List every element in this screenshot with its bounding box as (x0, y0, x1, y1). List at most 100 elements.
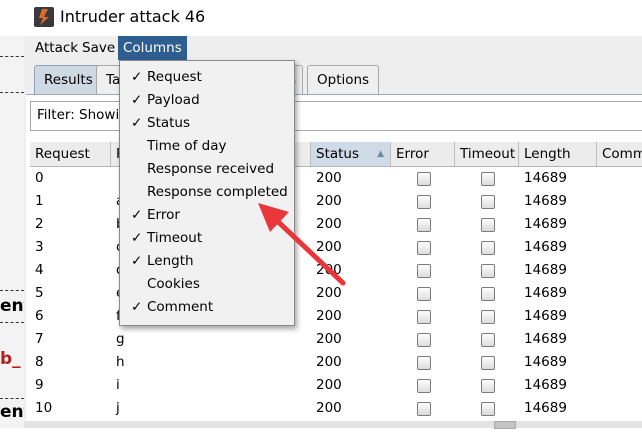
cell-status: 200 (316, 262, 342, 278)
cell-length: 14689 (524, 193, 567, 209)
menu-columns[interactable]: Columns (118, 36, 187, 60)
columns-menu-item-label: Request (147, 69, 202, 85)
error-checkbox (417, 333, 431, 347)
columns-menu-item[interactable]: ✓ Length (120, 250, 294, 273)
columns-menu-item-label: Cookies (147, 276, 200, 292)
tab-results[interactable]: Results (34, 65, 103, 94)
timeout-checkbox (481, 333, 495, 347)
timeout-checkbox (481, 195, 495, 209)
columns-menu-item-label: Payload (147, 92, 200, 108)
error-checkbox (417, 402, 431, 416)
columns-menu-item-label: Response received (147, 161, 275, 177)
dashed-divider (0, 290, 24, 291)
cell-status: 200 (316, 377, 342, 393)
cell-request: 0 (35, 170, 44, 186)
checkmark-icon: ✓ (131, 230, 143, 246)
table-row[interactable]: 10 j 200 14689 (30, 397, 642, 420)
columns-menu-item[interactable]: ✓ Payload (120, 89, 294, 112)
cell-request: 7 (35, 331, 44, 347)
column-header-error[interactable]: Error (391, 142, 455, 166)
cell-payload: g (116, 331, 125, 347)
timeout-checkbox (481, 287, 495, 301)
timeout-checkbox (481, 402, 495, 416)
columns-menu-item-label: Response completed (147, 184, 288, 200)
checkmark-icon: ✓ (131, 69, 143, 85)
columns-menu-item[interactable]: Time of day (120, 135, 294, 158)
cell-status: 200 (316, 308, 342, 324)
timeout-checkbox (481, 379, 495, 393)
error-checkbox (417, 356, 431, 370)
horizontal-scrollbar[interactable] (24, 421, 642, 429)
column-header-timeout[interactable]: Timeout (455, 142, 519, 166)
cell-request: 1 (35, 193, 44, 209)
menu-attack[interactable]: Attack (30, 36, 83, 60)
error-checkbox (417, 310, 431, 324)
cell-status: 200 (316, 239, 342, 255)
checkmark-icon: ✓ (131, 115, 143, 131)
table-row[interactable]: 7 g 200 14689 (30, 328, 642, 351)
cell-status: 200 (316, 170, 342, 186)
cell-status: 200 (316, 331, 342, 347)
columns-menu-item[interactable]: ✓ Error (120, 204, 294, 227)
timeout-checkbox (481, 218, 495, 232)
cell-length: 14689 (524, 308, 567, 324)
columns-menu-item[interactable]: ✓ Timeout (120, 227, 294, 250)
cell-status: 200 (316, 285, 342, 301)
timeout-checkbox (481, 310, 495, 324)
column-header-comment[interactable]: Comm (597, 142, 642, 166)
cell-request: 9 (35, 377, 44, 393)
menu-save[interactable]: Save (77, 36, 120, 60)
columns-menu-item-label: Length (147, 253, 194, 269)
error-checkbox (417, 195, 431, 209)
columns-menu-item[interactable]: Cookies (120, 273, 294, 296)
columns-menu-item-label: Error (147, 207, 180, 223)
column-header-request[interactable]: Request (30, 142, 111, 166)
error-checkbox (417, 218, 431, 232)
cell-length: 14689 (524, 400, 567, 416)
background-window-edge: ent b_ ent (0, 0, 32, 428)
error-checkbox (417, 172, 431, 186)
checkmark-icon: ✓ (131, 92, 143, 108)
columns-menu-item[interactable]: ✓ Status (120, 112, 294, 135)
timeout-checkbox (481, 264, 495, 278)
checkmark-icon: ✓ (131, 207, 143, 223)
cell-status: 200 (316, 354, 342, 370)
dashed-divider (0, 92, 24, 93)
dashed-divider (0, 398, 24, 399)
table-row[interactable]: 9 i 200 14689 (30, 374, 642, 397)
sort-ascending-icon: ▲ (377, 149, 384, 159)
burp-app-icon (34, 7, 54, 27)
intruder-window: Attack Save Columns Results Ta s Options… (24, 36, 642, 429)
cell-length: 14689 (524, 170, 567, 186)
error-checkbox (417, 241, 431, 255)
cell-length: 14689 (524, 239, 567, 255)
columns-menu-item[interactable]: ✓ Comment (120, 296, 294, 319)
cell-status: 200 (316, 400, 342, 416)
columns-dropdown-menu: ✓ Request ✓ Payload ✓ Status Time of day Respon… (119, 60, 295, 326)
cell-request: 8 (35, 354, 44, 370)
columns-menu-item-label: Comment (147, 299, 214, 315)
columns-menu-item[interactable]: ✓ Request (120, 66, 294, 89)
cell-payload: i (116, 377, 120, 393)
column-header-status[interactable]: Status ▲ (311, 142, 391, 166)
column-header-length[interactable]: Length (519, 142, 597, 166)
timeout-checkbox (481, 172, 495, 186)
dashed-divider (0, 322, 24, 323)
window-title: Intruder attack 46 (60, 7, 206, 26)
cell-payload: h (116, 354, 125, 370)
columns-menu-item[interactable]: Response completed (120, 181, 294, 204)
cell-request: 3 (35, 239, 44, 255)
table-row[interactable]: 8 h 200 14689 (30, 351, 642, 374)
columns-menu-item[interactable]: Response received (120, 158, 294, 181)
tab-options[interactable]: Options (307, 65, 380, 94)
cell-request: 4 (35, 262, 44, 278)
cell-length: 14689 (524, 285, 567, 301)
dashed-divider (0, 56, 24, 57)
columns-menu-item-label: Status (147, 115, 191, 131)
cell-request: 10 (35, 400, 53, 416)
cell-request: 2 (35, 216, 44, 232)
cell-length: 14689 (524, 331, 567, 347)
error-checkbox (417, 264, 431, 278)
cell-request: 5 (35, 285, 44, 301)
timeout-checkbox (481, 241, 495, 255)
